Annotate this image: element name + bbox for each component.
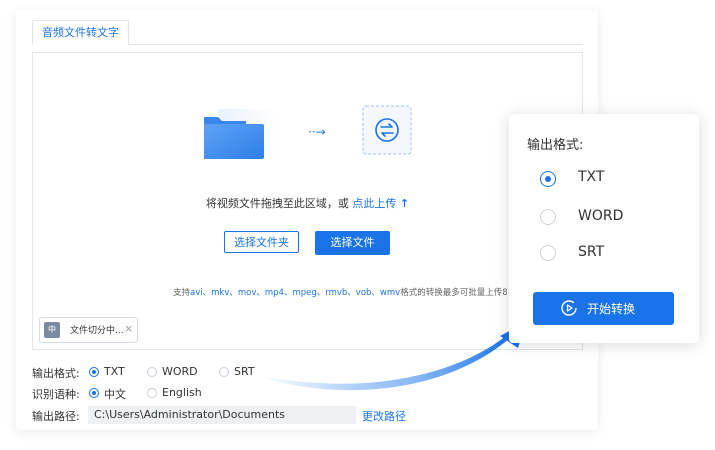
output-path-field[interactable]: C:\Users\Administrator\Documents xyxy=(88,406,356,424)
upload-arrow-icon: ↑ xyxy=(399,197,410,210)
drop-zone[interactable]: ··→ 将视频文件拖拽至此区域，或 点此上传 ↑ 选择文件夹 选择文件 支持av… xyxy=(32,52,583,350)
format-radio-srt[interactable] xyxy=(219,367,229,377)
language-label: 识别语种: xyxy=(32,388,80,401)
drop-hint-text: 将视频文件拖拽至此区域，或 xyxy=(205,197,349,210)
popup-radio-txt[interactable] xyxy=(540,171,556,187)
select-folder-button[interactable]: 选择文件夹 xyxy=(224,231,299,253)
formats-suffix: 格式的转换最多可批量上传8 xyxy=(400,288,508,298)
change-path-link[interactable]: 更改路径 xyxy=(362,408,406,424)
popup-radio-srt[interactable] xyxy=(540,245,556,261)
format-radio-txt[interactable] xyxy=(89,367,99,377)
language-radio-chinese[interactable] xyxy=(89,388,99,398)
play-icon xyxy=(561,300,577,316)
file-icon: 中 xyxy=(44,322,60,338)
folder-icon xyxy=(204,109,276,159)
tab-audio-to-text[interactable]: 音频文件转文字 xyxy=(32,20,129,45)
file-chip-name: 文件切分中... xyxy=(70,326,124,336)
tab-bar: 音频文件转文字 xyxy=(32,20,583,45)
start-convert-label[interactable]: 开始转换 xyxy=(587,300,635,317)
popup-option-word[interactable]: WORD xyxy=(578,208,623,224)
popup-option-srt[interactable]: SRT xyxy=(578,244,604,260)
output-format-label: 输出格式: xyxy=(32,367,80,380)
convert-icon xyxy=(362,105,412,155)
output-path-label: 输出路径: xyxy=(32,410,80,423)
file-chip[interactable]: 中 文件切分中... × xyxy=(39,317,138,343)
popup-title: 输出格式: xyxy=(527,138,584,153)
format-option-srt[interactable]: SRT xyxy=(234,365,255,378)
arrow-right-icon: ··→ xyxy=(308,125,326,139)
format-radio-word[interactable] xyxy=(147,367,157,377)
close-icon[interactable]: × xyxy=(124,322,133,335)
output-format-popup: 输出格式: TXT WORD SRT 开始转换 xyxy=(509,114,699,343)
start-convert-button[interactable]: 开始转换 xyxy=(533,292,674,325)
format-option-txt[interactable]: TXT xyxy=(104,365,125,378)
upload-link-text[interactable]: 点此上传 xyxy=(352,197,396,210)
select-file-button[interactable]: 选择文件 xyxy=(315,231,390,255)
popup-option-txt[interactable]: TXT xyxy=(578,169,604,185)
language-option-english[interactable]: English xyxy=(162,386,202,399)
drop-hint: 将视频文件拖拽至此区域，或 点此上传 ↑ xyxy=(33,195,582,211)
formats-list: avi、mkv、mov、mp4、mpeg、rmvb、vob、wmv xyxy=(190,288,401,298)
popup-radio-word[interactable] xyxy=(540,209,556,225)
formats-prefix: 支持 xyxy=(173,288,191,298)
supported-formats: 支持avi、mkv、mov、mp4、mpeg、rmvb、vob、wmv格式的转换… xyxy=(173,286,513,300)
language-radio-english[interactable] xyxy=(147,388,157,398)
format-option-word[interactable]: WORD xyxy=(162,365,198,378)
upload-link[interactable]: 点此上传 ↑ xyxy=(352,197,409,210)
language-option-chinese[interactable]: 中文 xyxy=(104,386,126,402)
